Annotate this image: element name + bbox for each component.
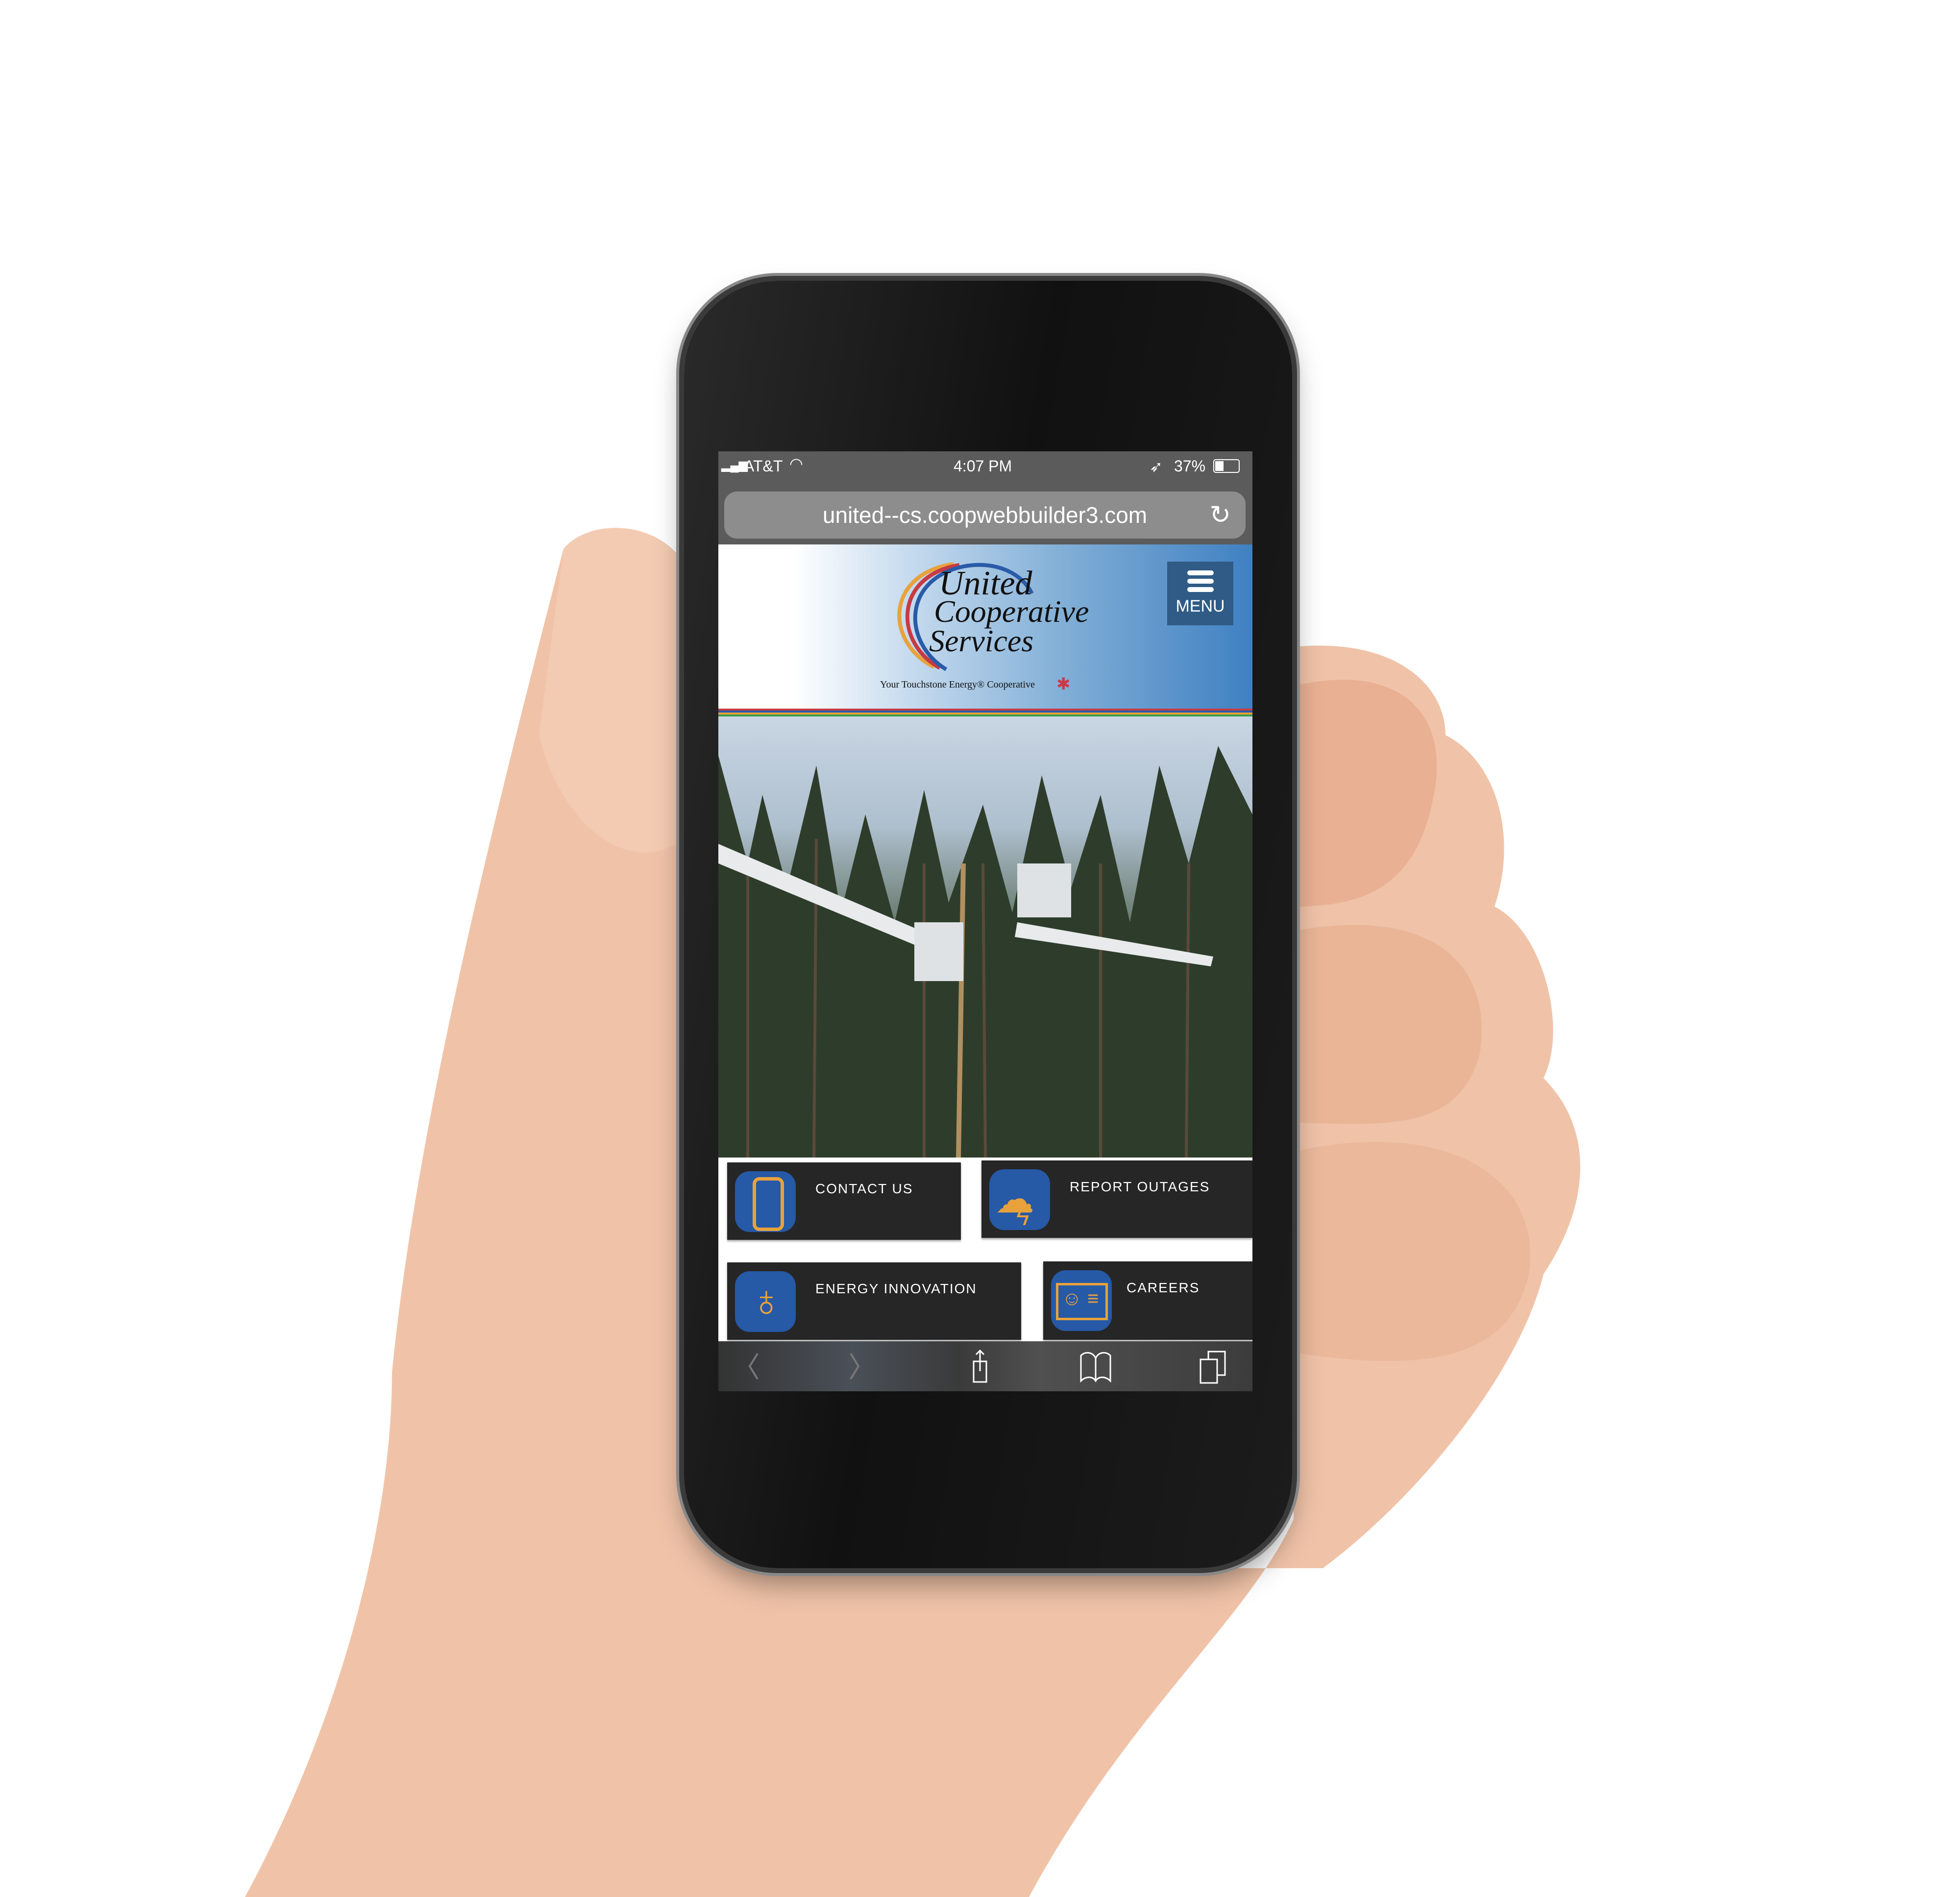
logo-line-3: Services xyxy=(929,623,1034,658)
lightbulb-leaf-icon: ♁ xyxy=(735,1271,796,1332)
site-logo[interactable]: United Cooperative Services Your Touchst… xyxy=(875,554,1101,701)
menu-button[interactable]: MENU xyxy=(1167,562,1233,625)
tile-careers[interactable]: ☺ ≡ CAREERS xyxy=(1043,1261,1252,1340)
hero-photo-bucket-trucks xyxy=(718,716,1252,1158)
status-bar: ▂▄▆ AT&T ◠ 4:07 PM ➶ 37% xyxy=(718,451,1252,481)
site-header: United Cooperative Services Your Touchst… xyxy=(718,544,1252,709)
tabs-icon[interactable] xyxy=(1194,1349,1233,1384)
phone-screen: ▂▄▆ AT&T ◠ 4:07 PM ➶ 37% united--cs.coop… xyxy=(718,451,1252,1391)
hero-photo-graphic xyxy=(718,746,1252,1158)
back-icon[interactable] xyxy=(738,1349,777,1384)
id-card-icon: ☺ ≡ xyxy=(1051,1270,1112,1331)
tile-report-outages[interactable]: ☁ ϟ REPORT OUTAGES xyxy=(981,1160,1252,1238)
tile-label: CONTACT US xyxy=(815,1181,913,1196)
reload-icon[interactable]: ↻ xyxy=(1209,492,1231,539)
hamburger-icon xyxy=(1187,570,1214,592)
tile-label: REPORT OUTAGES xyxy=(1070,1179,1210,1194)
tile-label: CAREERS xyxy=(1127,1280,1200,1295)
location-icon: ➶ xyxy=(1150,458,1163,475)
menu-label: MENU xyxy=(1176,597,1225,616)
tile-label: ENERGY INNOVATION xyxy=(815,1281,977,1296)
battery-percent: 37% xyxy=(1174,457,1206,475)
header-stripe xyxy=(718,709,1252,716)
browser-chrome: united--cs.coopwebbuilder3.com ↻ xyxy=(718,481,1252,544)
tagline: Your Touchstone Energy® Cooperative xyxy=(880,679,1035,690)
url-text[interactable]: united--cs.coopwebbuilder3.com xyxy=(823,502,1147,528)
quick-links: CONTACT US ☁ ϟ REPORT OUTAGES ♁ ENERGY IN… xyxy=(718,1158,1252,1341)
bookmarks-icon[interactable] xyxy=(1076,1349,1115,1384)
clock: 4:07 PM xyxy=(954,457,1012,475)
carrier-label: AT&T xyxy=(744,457,783,475)
forward-icon[interactable] xyxy=(841,1349,880,1384)
browser-toolbar xyxy=(718,1341,1252,1391)
address-bar[interactable]: united--cs.coopwebbuilder3.com ↻ xyxy=(724,492,1246,539)
share-icon[interactable] xyxy=(961,1349,1000,1384)
smartphone-icon xyxy=(735,1171,796,1232)
tile-contact-us[interactable]: CONTACT US xyxy=(727,1162,961,1240)
touchstone-people-icon: ✱ xyxy=(1056,675,1071,693)
wifi-icon: ◠ xyxy=(789,455,803,472)
storm-cloud-icon: ☁ ϟ xyxy=(989,1169,1050,1231)
tile-energy-innovation[interactable]: ♁ ENERGY INNOVATION xyxy=(727,1262,1021,1340)
battery-icon xyxy=(1213,459,1240,473)
